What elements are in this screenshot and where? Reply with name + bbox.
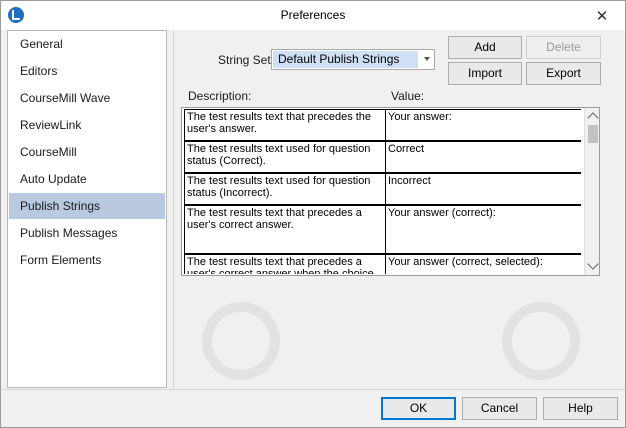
- sidebar-item-reviewlink[interactable]: ReviewLink: [9, 112, 165, 138]
- row-value[interactable]: Your answer:: [385, 110, 581, 140]
- title-bar: Preferences ✕: [1, 1, 625, 30]
- chevron-down-icon[interactable]: [587, 258, 599, 270]
- grid-rows: The test results text that precedes the …: [183, 109, 581, 274]
- background-watermark: [202, 302, 580, 380]
- sidebar-item-general[interactable]: General: [9, 31, 165, 57]
- row-description: The test results text used for question …: [187, 143, 371, 167]
- row-value[interactable]: Your answer (correct):: [385, 206, 581, 253]
- row-description: The test results text used for question …: [187, 175, 371, 199]
- table-row[interactable]: The test results text that precedes the …: [184, 109, 581, 142]
- chevron-up-icon[interactable]: [587, 112, 599, 124]
- add-button[interactable]: Add: [448, 36, 522, 59]
- cancel-button[interactable]: Cancel: [462, 397, 537, 420]
- window-title: Preferences: [280, 8, 346, 22]
- export-button[interactable]: Export: [526, 62, 601, 85]
- string-set-label: String Set:: [218, 53, 275, 67]
- row-value[interactable]: Incorrect: [385, 174, 581, 204]
- grid-vertical-scrollbar[interactable]: [584, 108, 599, 275]
- table-row[interactable]: The test results text used for question …: [184, 141, 581, 174]
- string-set-selected-value: Default Publish Strings: [273, 51, 418, 68]
- footer-divider: [1, 389, 625, 390]
- row-description: The test results text that precedes the …: [187, 111, 372, 135]
- close-button[interactable]: ✕: [579, 1, 625, 30]
- row-value[interactable]: Correct: [385, 142, 581, 172]
- scrollbar-thumb[interactable]: [588, 125, 598, 143]
- ok-button[interactable]: OK: [381, 397, 456, 420]
- sidebar-item-auto-update[interactable]: Auto Update: [9, 166, 165, 192]
- row-description: The test results text that precedes a us…: [187, 207, 362, 231]
- sidebar-item-coursemill-wave[interactable]: CourseMill Wave: [9, 85, 165, 111]
- row-value[interactable]: Your answer (correct, selected):: [385, 255, 581, 274]
- chevron-down-icon: [424, 57, 430, 61]
- sidebar-item-coursemill[interactable]: CourseMill: [9, 139, 165, 165]
- table-row[interactable]: The test results text used for question …: [184, 173, 581, 206]
- table-row[interactable]: The test results text that precedes a us…: [184, 205, 581, 255]
- import-button[interactable]: Import: [448, 62, 522, 85]
- sidebar-item-form-elements[interactable]: Form Elements: [9, 247, 165, 273]
- string-set-select[interactable]: Default Publish Strings: [271, 49, 435, 70]
- sidebar-item-publish-messages[interactable]: Publish Messages: [9, 220, 165, 246]
- help-button[interactable]: Help: [543, 397, 618, 420]
- row-description: The test results text that precedes a us…: [187, 256, 374, 274]
- table-row[interactable]: The test results text that precedes a us…: [184, 254, 581, 274]
- publish-strings-grid: The test results text that precedes the …: [181, 107, 600, 276]
- preferences-window: Preferences ✕ General Editors CourseMill…: [0, 0, 626, 428]
- preferences-sidebar: General Editors CourseMill Wave ReviewLi…: [7, 30, 167, 388]
- sidebar-item-publish-strings[interactable]: Publish Strings: [9, 193, 165, 219]
- sidebar-item-editors[interactable]: Editors: [9, 58, 165, 84]
- column-header-value: Value:: [391, 89, 425, 103]
- delete-button[interactable]: Delete: [526, 36, 601, 59]
- column-header-description: Description:: [188, 89, 252, 103]
